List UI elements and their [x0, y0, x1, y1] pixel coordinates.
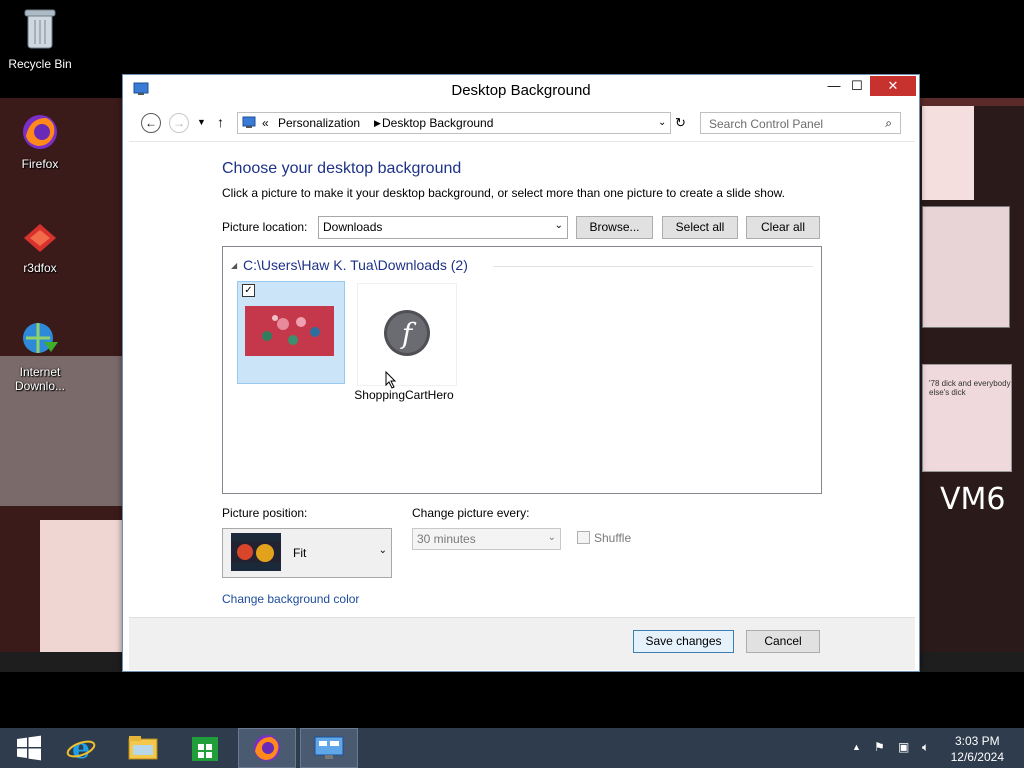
checkbox-checked-icon[interactable]: ✓ [242, 284, 255, 297]
page-description: Click a picture to make it your desktop … [222, 186, 785, 200]
wallpaper-pink [40, 520, 122, 670]
checkbox-unchecked-icon[interactable] [577, 531, 590, 544]
up-arrow-icon[interactable]: ↑ [217, 114, 224, 130]
firefox-icon [0, 112, 80, 155]
change-picture-every-value: 30 minutes [417, 532, 476, 546]
shuffle-checkbox[interactable]: Shuffle [577, 531, 631, 545]
start-button[interactable] [0, 728, 58, 768]
title-bar[interactable]: Desktop Background — ☐ ✕ [123, 75, 919, 105]
volume-muted-icon[interactable]: 🔈︎ [922, 740, 929, 755]
address-control-panel-icon [242, 116, 256, 133]
group-divider [493, 266, 813, 267]
internet-explorer-taskbar-button[interactable]: e [52, 728, 110, 768]
picture-filename: ShoppingCartHero [354, 388, 454, 402]
clock-date: 12/6/2024 [950, 750, 1004, 764]
forward-icon[interactable]: → [169, 113, 189, 133]
recycle-bin-desktop-icon[interactable]: Recycle Bin [0, 6, 80, 71]
refresh-icon[interactable]: ↻ [675, 115, 686, 131]
folder-icon [128, 736, 158, 760]
picture-list[interactable]: ◢ C:\Users\Haw K. Tua\Downloads (2) ✓ f … [222, 246, 822, 494]
search-placeholder: Search Control Panel [709, 117, 824, 131]
search-input[interactable]: Search Control Panel ⌕ [700, 112, 901, 134]
desktop-background-window: Desktop Background — ☐ ✕ ← → ▼ ↑ « Perso… [122, 74, 920, 672]
picture-thumbnail [245, 306, 334, 356]
select-all-button[interactable]: Select all [662, 216, 738, 239]
maximize-button[interactable]: ☐ [840, 76, 874, 96]
picture-position-label: Picture position: [222, 506, 308, 520]
picture-location-dropdown[interactable]: Downloads ⌄ [318, 216, 568, 239]
picture-position-value: Fit [293, 546, 307, 560]
collapse-group-icon[interactable]: ◢ [231, 261, 237, 270]
save-changes-button[interactable]: Save changes [633, 630, 734, 653]
recycle-bin-label: Recycle Bin [8, 57, 72, 71]
r3dfox-desktop-icon[interactable]: r3dfox [0, 216, 80, 275]
recent-pages-chevron-icon[interactable]: ▼ [197, 117, 206, 127]
globe-download-icon [0, 320, 80, 363]
clock[interactable]: 3:03 PM 12/6/2024 [951, 733, 1004, 765]
taskbar: e ▲ ⚑ ▣ 🔈︎ 3:03 PM 12/6/2024 [0, 728, 1024, 768]
change-picture-every-dropdown[interactable]: 30 minutes ⌄ [412, 528, 561, 550]
show-hidden-icons-chevron-icon[interactable]: ▲ [852, 742, 861, 752]
window-title: Desktop Background [451, 82, 591, 99]
wallpaper-note: '78 dick and everybody else's dick [922, 364, 1012, 472]
r3dfox-icon [0, 216, 80, 259]
clock-time: 3:03 PM [954, 734, 1000, 748]
firefox-icon [254, 735, 280, 761]
search-icon[interactable]: ⌕ [885, 116, 892, 131]
picture-location-label: Picture location: [222, 220, 308, 234]
svg-text:e: e [72, 732, 90, 764]
chevron-down-icon: ⌄ [554, 220, 563, 231]
address-dropdown-chevron-icon[interactable]: ⌄ [658, 117, 666, 128]
firefox-taskbar-button[interactable] [238, 728, 296, 768]
breadcrumb-desktop-background[interactable]: Desktop Background [382, 116, 493, 130]
flash-player-icon: f [382, 308, 432, 361]
chevron-down-icon: ⌄ [378, 545, 387, 556]
recycle-bin-icon [0, 6, 80, 55]
store-taskbar-button[interactable] [176, 728, 234, 768]
wallpaper-vm6-text: VM6 [940, 482, 1006, 517]
r3dfox-label: r3dfox [23, 261, 57, 275]
wallpaper-note-text: '78 dick and everybody else's dick [929, 379, 1011, 397]
dialog-footer: Save changes Cancel [129, 617, 915, 670]
picture-tile-selected[interactable]: ✓ [237, 281, 345, 384]
clear-all-button[interactable]: Clear all [746, 216, 820, 239]
group-header[interactable]: C:\Users\Haw K. Tua\Downloads (2) [243, 257, 468, 273]
change-background-color-link[interactable]: Change background color [222, 592, 359, 606]
change-picture-every-label: Change picture every: [412, 506, 530, 520]
windows-logo-icon [17, 735, 41, 761]
firefox-desktop-icon[interactable]: Firefox [0, 112, 80, 171]
internet-download-manager-label: Internet Downlo... [14, 365, 66, 393]
control-panel-taskbar-button[interactable] [300, 728, 358, 768]
control-panel-icon [314, 736, 344, 759]
picture-location-value: Downloads [323, 220, 383, 234]
shuffle-label: Shuffle [594, 531, 632, 545]
address-bar[interactable]: « Personalization ▶ Desktop Background ⌄ [237, 112, 671, 134]
internet-download-manager-desktop-icon[interactable]: Internet Downlo... [0, 320, 80, 393]
cancel-button[interactable]: Cancel [746, 630, 820, 653]
position-preview-thumbnail [231, 533, 281, 571]
picture-tile-shoppingcarthero[interactable]: f ShoppingCartHero [354, 283, 457, 402]
action-center-flag-icon[interactable]: ⚑ [874, 740, 885, 754]
breadcrumb-separator-icon: ▶ [374, 118, 381, 128]
page-heading: Choose your desktop background [222, 160, 462, 177]
breadcrumb-overflow[interactable]: « [262, 116, 269, 130]
close-button[interactable]: ✕ [870, 76, 916, 96]
back-icon[interactable]: ← [141, 113, 161, 133]
content-pane: Choose your desktop background Click a p… [129, 141, 915, 616]
network-icon[interactable]: ▣ [898, 740, 909, 754]
store-icon [192, 737, 218, 761]
mouse-cursor-icon [385, 370, 397, 392]
wallpaper-panel-2 [922, 206, 1010, 328]
wallpaper-panel-1 [922, 106, 974, 200]
picture-position-dropdown[interactable]: Fit ⌄ [222, 528, 392, 578]
browse-button[interactable]: Browse... [576, 216, 653, 239]
firefox-label: Firefox [21, 157, 59, 171]
navigation-bar: ← → ▼ ↑ « Personalization ▶ Desktop Back… [129, 109, 913, 137]
breadcrumb-personalization[interactable]: Personalization [278, 116, 360, 130]
internet-explorer-icon: e [66, 732, 96, 765]
file-explorer-taskbar-button[interactable] [114, 728, 172, 768]
chevron-down-icon: ⌄ [547, 532, 556, 543]
